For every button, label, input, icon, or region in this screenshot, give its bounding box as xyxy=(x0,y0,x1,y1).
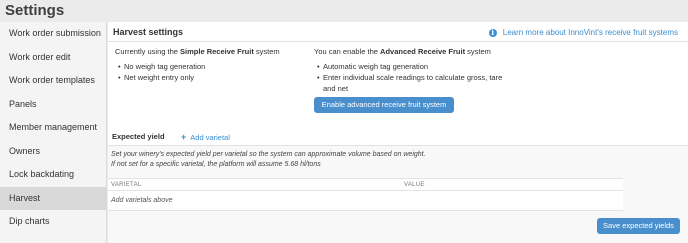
plus-icon: + xyxy=(181,132,187,142)
simple-feature-list: No weigh tag generation Net weight entry… xyxy=(115,61,315,83)
learn-more-text: Learn more about InnoVint's receive frui… xyxy=(502,28,678,37)
varietal-table-header: VARIETAL VALUE xyxy=(108,178,623,191)
add-varietal-button[interactable]: + Add varietal xyxy=(181,132,230,142)
sidebar-item-work-order-edit[interactable]: Work order edit xyxy=(0,46,106,70)
simple-prefix: Currently using the xyxy=(115,47,181,56)
learn-more-link[interactable]: Learn more about InnoVint's receive frui… xyxy=(488,28,678,37)
simple-system-name: Simple Receive Fruit xyxy=(180,47,254,56)
save-expected-yields-button[interactable]: Save expected yields xyxy=(597,218,680,234)
sidebar-item-work-order-templates[interactable]: Work order templates xyxy=(0,69,106,93)
advanced-prefix: You can enable the xyxy=(314,47,381,56)
advanced-system-name: Advanced Receive Fruit xyxy=(380,47,466,56)
sidebar-item-owners[interactable]: Owners xyxy=(0,140,106,164)
page-title: Settings xyxy=(5,2,65,19)
simple-system-info: Currently using the Simple Receive Fruit… xyxy=(115,47,315,83)
advanced-system-heading: You can enable the Advanced Receive Frui… xyxy=(314,47,514,56)
list-item: Net weight entry only xyxy=(115,72,315,83)
list-item: Enter individual scale readings to calcu… xyxy=(314,72,514,94)
sidebar-item-panels[interactable]: Panels xyxy=(0,93,106,117)
panel-header: Harvest settings Learn more about InnoVi… xyxy=(108,22,688,42)
expected-yield-title: Expected yield xyxy=(112,132,165,141)
simple-suffix: system xyxy=(253,47,280,56)
list-item: Automatic weigh tag generation xyxy=(314,61,514,72)
simple-system-heading: Currently using the Simple Receive Fruit… xyxy=(115,47,315,56)
advanced-feature-list: Automatic weigh tag generation Enter ind… xyxy=(314,61,514,94)
column-header-value: VALUE xyxy=(404,182,425,188)
advanced-system-info: You can enable the Advanced Receive Frui… xyxy=(314,47,514,94)
empty-table-text: Add varietals above xyxy=(111,197,173,204)
sidebar-item-work-order-submission[interactable]: Work order submission xyxy=(0,22,106,46)
sidebar-item-harvest[interactable]: Harvest xyxy=(0,186,106,210)
panel-title: Harvest settings xyxy=(113,27,184,37)
yield-description: Set your winery's expected yield per var… xyxy=(111,150,426,170)
yield-description-line-2: If not set for a specific varietal, the … xyxy=(111,161,321,168)
sidebar-item-dip-charts[interactable]: Dip charts xyxy=(0,210,106,234)
sidebar-item-lock-backdating[interactable]: Lock backdating xyxy=(0,163,106,187)
list-item: No weigh tag generation xyxy=(115,61,315,72)
info-icon xyxy=(488,28,497,37)
expected-yield-panel: Set your winery's expected yield per var… xyxy=(108,145,688,243)
sidebar-item-member-management[interactable]: Member management xyxy=(0,116,106,140)
advanced-suffix: system xyxy=(465,47,491,56)
settings-sidebar: Work order submission Work order edit Wo… xyxy=(0,22,107,243)
column-header-varietal: VARIETAL xyxy=(111,182,142,188)
yield-description-line-1: Set your winery's expected yield per var… xyxy=(111,151,426,158)
table-row: Add varietals above xyxy=(108,191,623,211)
add-varietal-label: Add varietal xyxy=(190,132,230,142)
enable-advanced-button[interactable]: Enable advanced receive fruit system xyxy=(314,97,454,113)
harvest-settings-panel: Harvest settings Learn more about InnoVi… xyxy=(108,22,688,243)
